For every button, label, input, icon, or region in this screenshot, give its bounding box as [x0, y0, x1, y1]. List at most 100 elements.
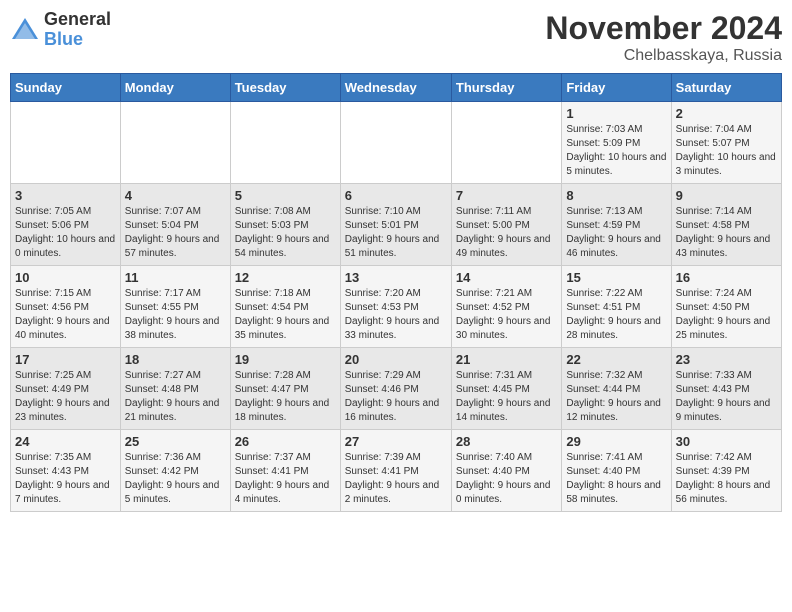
- day-number: 13: [345, 270, 447, 285]
- day-number: 15: [566, 270, 666, 285]
- calendar-day-cell: 3Sunrise: 7:05 AM Sunset: 5:06 PM Daylig…: [11, 184, 121, 266]
- day-number: 20: [345, 352, 447, 367]
- day-info: Sunrise: 7:36 AM Sunset: 4:42 PM Dayligh…: [125, 451, 226, 507]
- day-info: Sunrise: 7:24 AM Sunset: 4:50 PM Dayligh…: [676, 287, 777, 343]
- day-number: 19: [235, 352, 336, 367]
- day-number: 23: [676, 352, 777, 367]
- calendar-day-cell: 28 Sunrise: 7:40 AM Sunset: 4:40 PM Dayli…: [451, 430, 561, 512]
- calendar-body: 1Sunrise: 7:03 AM Sunset: 5:09 PM Daylig…: [11, 102, 782, 512]
- day-info: Sunrise: 7:08 AM Sunset: 5:03 PM Dayligh…: [235, 205, 336, 261]
- calendar-day-cell: [451, 102, 561, 184]
- day-number: 9: [676, 188, 777, 203]
- day-number: 10: [15, 270, 116, 285]
- day-info: Sunrise: 7:37 AM Sunset: 4:41 PM Dayligh…: [235, 451, 336, 507]
- calendar-week-row: 3Sunrise: 7:05 AM Sunset: 5:06 PM Daylig…: [11, 184, 782, 266]
- day-number: 17: [15, 352, 116, 367]
- logo: General Blue: [10, 10, 111, 50]
- day-info: Sunrise: 7:42 AM Sunset: 4:39 PM Dayligh…: [676, 451, 777, 507]
- day-info: Sunrise: 7:28 AM Sunset: 4:47 PM Dayligh…: [235, 369, 336, 425]
- day-of-week-header: Tuesday: [230, 74, 340, 102]
- calendar-day-cell: 21Sunrise: 7:31 AM Sunset: 4:45 PM Dayli…: [451, 348, 561, 430]
- day-info: Sunrise: 7:05 AM Sunset: 5:06 PM Dayligh…: [15, 205, 116, 261]
- calendar-day-cell: 14Sunrise: 7:21 AM Sunset: 4:52 PM Dayli…: [451, 266, 561, 348]
- calendar-table: SundayMondayTuesdayWednesdayThursdayFrid…: [10, 73, 782, 512]
- calendar-week-row: 24 Sunrise: 7:35 AM Sunset: 4:43 PM Dayli…: [11, 430, 782, 512]
- day-number: 22: [566, 352, 666, 367]
- day-number: 16: [676, 270, 777, 285]
- day-number: 7: [456, 188, 557, 203]
- day-number: 8: [566, 188, 666, 203]
- day-of-week-header: Wednesday: [340, 74, 451, 102]
- calendar-day-cell: 7 Sunrise: 7:11 AM Sunset: 5:00 PM Daylig…: [451, 184, 561, 266]
- calendar-day-cell: [120, 102, 230, 184]
- day-number: 11: [125, 270, 226, 285]
- calendar-day-cell: [230, 102, 340, 184]
- page-header: General Blue November 2024 Chelbasskaya,…: [10, 10, 782, 65]
- day-number: 27: [345, 434, 447, 449]
- calendar-day-cell: 12 Sunrise: 7:18 AM Sunset: 4:54 PM Dayli…: [230, 266, 340, 348]
- day-info: Sunrise: 7:40 AM Sunset: 4:40 PM Dayligh…: [456, 451, 557, 507]
- day-number: 28: [456, 434, 557, 449]
- day-of-week-header: Saturday: [671, 74, 781, 102]
- calendar-day-cell: 13 Sunrise: 7:20 AM Sunset: 4:53 PM Dayli…: [340, 266, 451, 348]
- day-info: Sunrise: 7:31 AM Sunset: 4:45 PM Dayligh…: [456, 369, 557, 425]
- calendar-day-cell: 18 Sunrise: 7:27 AM Sunset: 4:48 PM Dayli…: [120, 348, 230, 430]
- day-number: 29: [566, 434, 666, 449]
- day-number: 26: [235, 434, 336, 449]
- day-number: 5: [235, 188, 336, 203]
- day-info: Sunrise: 7:03 AM Sunset: 5:09 PM Dayligh…: [566, 123, 666, 179]
- logo-icon: [10, 15, 40, 45]
- logo-blue: Blue: [44, 30, 111, 50]
- calendar-day-cell: 25 Sunrise: 7:36 AM Sunset: 4:42 PM Dayli…: [120, 430, 230, 512]
- calendar-day-cell: [340, 102, 451, 184]
- calendar-day-cell: 16 Sunrise: 7:24 AM Sunset: 4:50 PM Dayli…: [671, 266, 781, 348]
- logo-text: General Blue: [44, 10, 111, 50]
- calendar-week-row: 10 Sunrise: 7:15 AM Sunset: 4:56 PM Dayli…: [11, 266, 782, 348]
- calendar-week-row: 17 Sunrise: 7:25 AM Sunset: 4:49 PM Dayli…: [11, 348, 782, 430]
- calendar-day-cell: 2Sunrise: 7:04 AM Sunset: 5:07 PM Daylig…: [671, 102, 781, 184]
- day-info: Sunrise: 7:15 AM Sunset: 4:56 PM Dayligh…: [15, 287, 116, 343]
- calendar-day-cell: 8 Sunrise: 7:13 AM Sunset: 4:59 PM Daylig…: [562, 184, 671, 266]
- day-info: Sunrise: 7:14 AM Sunset: 4:58 PM Dayligh…: [676, 205, 777, 261]
- day-number: 12: [235, 270, 336, 285]
- calendar-day-cell: 1Sunrise: 7:03 AM Sunset: 5:09 PM Daylig…: [562, 102, 671, 184]
- day-info: Sunrise: 7:32 AM Sunset: 4:44 PM Dayligh…: [566, 369, 666, 425]
- day-info: Sunrise: 7:10 AM Sunset: 5:01 PM Dayligh…: [345, 205, 447, 261]
- day-number: 4: [125, 188, 226, 203]
- location: Chelbasskaya, Russia: [545, 47, 782, 65]
- day-info: Sunrise: 7:25 AM Sunset: 4:49 PM Dayligh…: [15, 369, 116, 425]
- day-number: 30: [676, 434, 777, 449]
- calendar-day-cell: 9 Sunrise: 7:14 AM Sunset: 4:58 PM Daylig…: [671, 184, 781, 266]
- calendar-day-cell: 27Sunrise: 7:39 AM Sunset: 4:41 PM Dayli…: [340, 430, 451, 512]
- calendar-day-cell: 19 Sunrise: 7:28 AM Sunset: 4:47 PM Dayli…: [230, 348, 340, 430]
- calendar-header-row: SundayMondayTuesdayWednesdayThursdayFrid…: [11, 74, 782, 102]
- calendar-day-cell: 11 Sunrise: 7:17 AM Sunset: 4:55 PM Dayli…: [120, 266, 230, 348]
- calendar-day-cell: 20Sunrise: 7:29 AM Sunset: 4:46 PM Dayli…: [340, 348, 451, 430]
- day-number: 25: [125, 434, 226, 449]
- calendar-day-cell: 10 Sunrise: 7:15 AM Sunset: 4:56 PM Dayli…: [11, 266, 121, 348]
- calendar-day-cell: 24 Sunrise: 7:35 AM Sunset: 4:43 PM Dayli…: [11, 430, 121, 512]
- day-number: 24: [15, 434, 116, 449]
- day-info: Sunrise: 7:33 AM Sunset: 4:43 PM Dayligh…: [676, 369, 777, 425]
- calendar-day-cell: 29Sunrise: 7:41 AM Sunset: 4:40 PM Dayli…: [562, 430, 671, 512]
- calendar-day-cell: 6Sunrise: 7:10 AM Sunset: 5:01 PM Daylig…: [340, 184, 451, 266]
- calendar-day-cell: 17 Sunrise: 7:25 AM Sunset: 4:49 PM Dayli…: [11, 348, 121, 430]
- calendar-week-row: 1Sunrise: 7:03 AM Sunset: 5:09 PM Daylig…: [11, 102, 782, 184]
- day-number: 2: [676, 106, 777, 121]
- day-of-week-header: Monday: [120, 74, 230, 102]
- month-title: November 2024: [545, 10, 782, 47]
- day-info: Sunrise: 7:35 AM Sunset: 4:43 PM Dayligh…: [15, 451, 116, 507]
- day-info: Sunrise: 7:11 AM Sunset: 5:00 PM Dayligh…: [456, 205, 557, 261]
- day-info: Sunrise: 7:20 AM Sunset: 4:53 PM Dayligh…: [345, 287, 447, 343]
- day-number: 14: [456, 270, 557, 285]
- calendar-day-cell: [11, 102, 121, 184]
- calendar-day-cell: 15Sunrise: 7:22 AM Sunset: 4:51 PM Dayli…: [562, 266, 671, 348]
- calendar-day-cell: 5 Sunrise: 7:08 AM Sunset: 5:03 PM Daylig…: [230, 184, 340, 266]
- day-info: Sunrise: 7:18 AM Sunset: 4:54 PM Dayligh…: [235, 287, 336, 343]
- day-number: 18: [125, 352, 226, 367]
- day-of-week-header: Thursday: [451, 74, 561, 102]
- day-info: Sunrise: 7:27 AM Sunset: 4:48 PM Dayligh…: [125, 369, 226, 425]
- day-info: Sunrise: 7:17 AM Sunset: 4:55 PM Dayligh…: [125, 287, 226, 343]
- day-info: Sunrise: 7:13 AM Sunset: 4:59 PM Dayligh…: [566, 205, 666, 261]
- calendar-day-cell: 4Sunrise: 7:07 AM Sunset: 5:04 PM Daylig…: [120, 184, 230, 266]
